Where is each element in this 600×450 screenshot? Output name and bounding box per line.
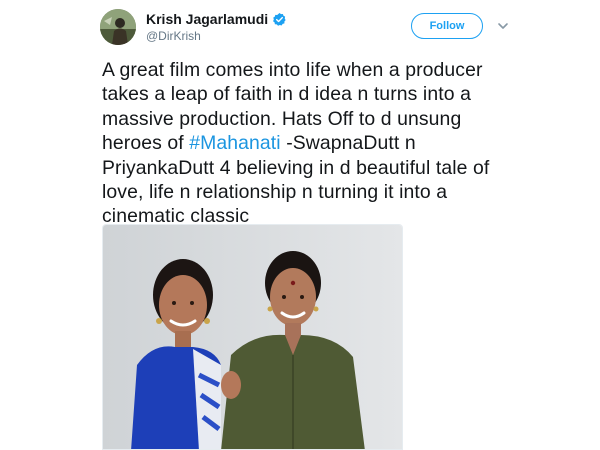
- author-name-row: Krish Jagarlamudi: [146, 11, 287, 27]
- tweet-text: A great film comes into life when a prod…: [102, 58, 532, 229]
- author-avatar[interactable]: [100, 9, 136, 45]
- photo-two-women-icon: [103, 225, 402, 449]
- tweet-header: Krish Jagarlamudi @DirKrish Follow: [0, 0, 600, 56]
- tweet-text-segment: -SwapnaDutt n: [280, 132, 416, 155]
- tweet-text-line: love, life n relationship n turning it i…: [102, 181, 448, 204]
- tweet-text-line: massive production. Hats Off to d unsung: [102, 107, 462, 130]
- tweet-text-line: takes a leap of faith in d idea n turns …: [102, 83, 471, 106]
- follow-button[interactable]: Follow: [411, 13, 483, 39]
- hashtag-link[interactable]: #Mahanati: [189, 132, 280, 154]
- verified-badge-icon: [272, 12, 287, 27]
- tweet-text-line: A great film comes into life when a prod…: [102, 59, 483, 81]
- tweet-text-line: heroes of #Mahanati -SwapnaDutt n: [102, 131, 532, 155]
- tweet-media-photo[interactable]: [102, 224, 403, 450]
- avatar-photo-icon: [100, 9, 136, 45]
- tweet-text-segment: heroes of: [102, 132, 190, 155]
- tweet-text-line: PriyankaDutt 4 believing in d beautiful …: [102, 156, 490, 179]
- author-display-name[interactable]: Krish Jagarlamudi: [146, 11, 268, 27]
- author-handle[interactable]: @DirKrish: [146, 29, 201, 43]
- chevron-down-icon[interactable]: [497, 19, 509, 31]
